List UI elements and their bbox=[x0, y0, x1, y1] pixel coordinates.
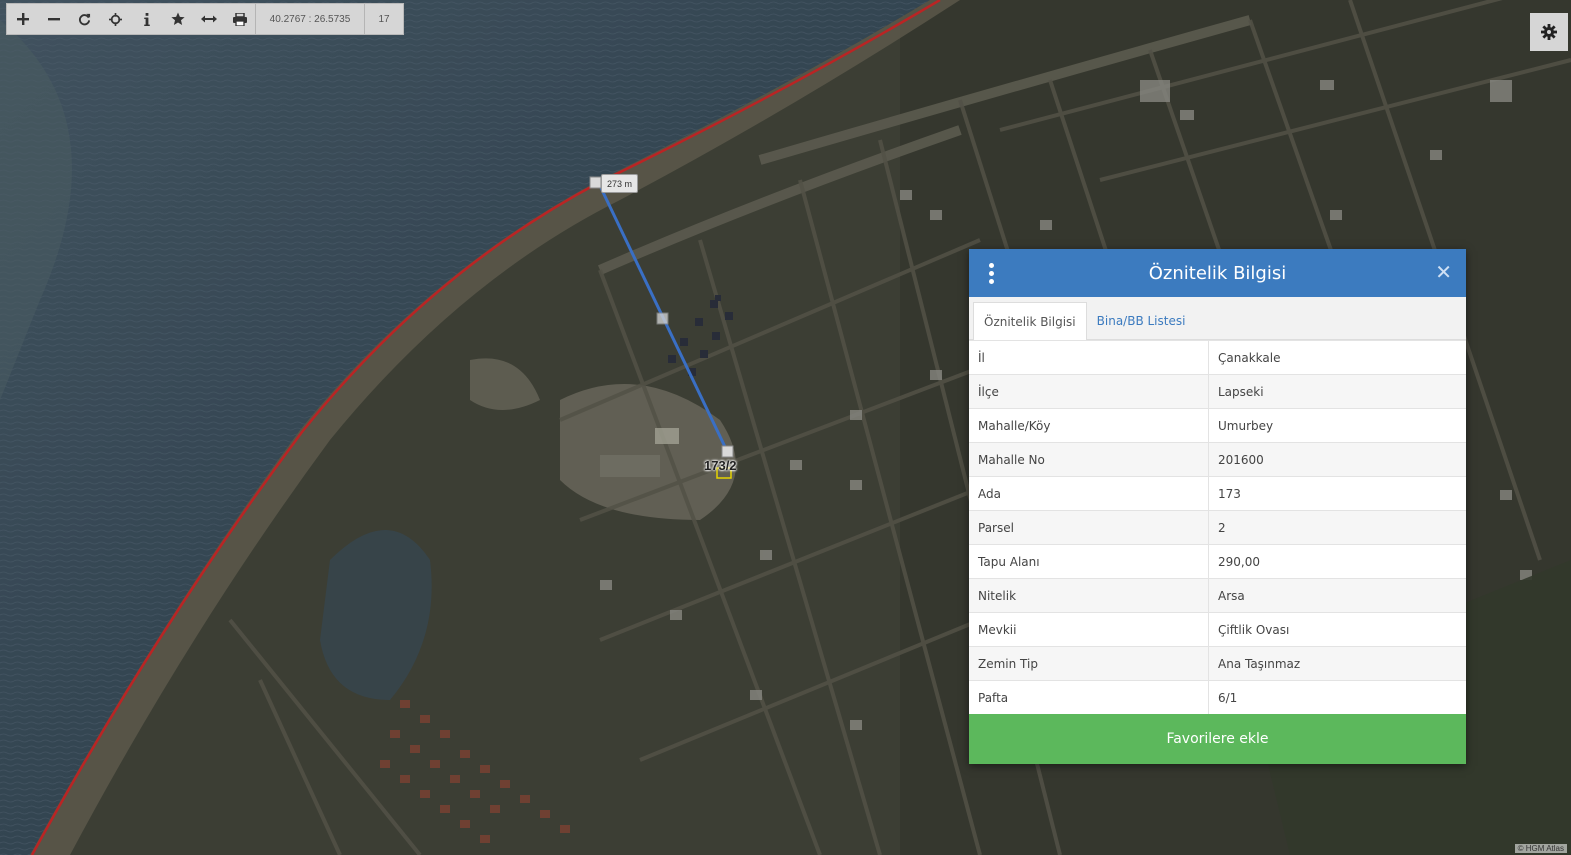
attribute-key: Parsel bbox=[969, 510, 1209, 545]
settings-button[interactable] bbox=[1530, 13, 1568, 51]
map-attribution: © HGM Atlas bbox=[1514, 844, 1567, 853]
panel-title: Öznitelik Bilgisi bbox=[1148, 262, 1287, 284]
attribute-key: Mahalle No bbox=[969, 442, 1209, 477]
attribute-key: Mevkii bbox=[969, 612, 1209, 647]
locate-button[interactable] bbox=[100, 4, 131, 34]
attribute-value: 6/1 bbox=[1208, 680, 1466, 714]
add-to-favorites-button[interactable]: Favorilere ekle bbox=[969, 714, 1466, 764]
table-row: Mahalle No 201600 bbox=[969, 442, 1466, 477]
attribute-value: 173 bbox=[1208, 476, 1466, 511]
tab-building-list[interactable]: Bina/BB Listesi bbox=[1087, 303, 1196, 339]
minus-icon bbox=[47, 18, 60, 21]
zoom-out-button[interactable] bbox=[38, 4, 69, 34]
attribute-value: Umurbey bbox=[1208, 408, 1466, 443]
attribute-key: Mahalle/Köy bbox=[969, 408, 1209, 443]
kebab-menu-icon[interactable] bbox=[987, 263, 997, 285]
zoom-in-button[interactable] bbox=[7, 4, 38, 34]
attribute-key: İlçe bbox=[969, 374, 1209, 409]
table-row: Pafta 6/1 bbox=[969, 680, 1466, 714]
attribute-value: Arsa bbox=[1208, 578, 1466, 613]
print-icon bbox=[232, 12, 247, 26]
table-row: Ada 173 bbox=[969, 476, 1466, 511]
measure-button[interactable] bbox=[193, 4, 224, 34]
table-row: Mahalle/Köy Umurbey bbox=[969, 408, 1466, 443]
panel-tabs: Öznitelik Bilgisi Bina/BB Listesi bbox=[969, 297, 1466, 340]
attribute-value: Lapseki bbox=[1208, 374, 1466, 409]
coordinate-readout: 40.2767 : 26.5735 bbox=[255, 4, 364, 34]
attribute-info-panel: Öznitelik Bilgisi ✕ Öznitelik Bilgisi Bi… bbox=[969, 249, 1466, 764]
attribute-value: Ana Taşınmaz bbox=[1208, 646, 1466, 681]
table-row: Parsel 2 bbox=[969, 510, 1466, 545]
info-icon bbox=[143, 12, 150, 26]
info-button[interactable] bbox=[131, 4, 162, 34]
attribute-table: İl Çanakkale İlçe Lapseki Mahalle/Köy Umurb… bbox=[969, 340, 1466, 714]
attribute-key: Ada bbox=[969, 476, 1209, 511]
attribute-key: Pafta bbox=[969, 680, 1209, 714]
favorites-button[interactable] bbox=[162, 4, 193, 34]
attribute-value: 2 bbox=[1208, 510, 1466, 545]
attribute-key: İl bbox=[969, 340, 1209, 375]
star-icon bbox=[170, 12, 185, 25]
attribute-value: Çiftlik Ovası bbox=[1208, 612, 1466, 647]
table-row: Mevkii Çiftlik Ovası bbox=[969, 612, 1466, 647]
table-row: Tapu Alanı 290,00 bbox=[969, 544, 1466, 579]
table-row: Zemin Tip Ana Taşınmaz bbox=[969, 646, 1466, 681]
tab-attribute-info[interactable]: Öznitelik Bilgisi bbox=[973, 302, 1087, 340]
zoom-level-readout: 17 bbox=[364, 4, 403, 34]
measure-distance-label: 273 m bbox=[601, 174, 639, 193]
refresh-icon bbox=[78, 13, 91, 25]
plus-icon bbox=[16, 13, 29, 25]
map-toolbar: 40.2767 : 26.5735 17 bbox=[6, 3, 404, 35]
attribute-value: 201600 bbox=[1208, 442, 1466, 477]
table-row: İl Çanakkale bbox=[969, 340, 1466, 375]
attribute-key: Nitelik bbox=[969, 578, 1209, 613]
gear-icon bbox=[1541, 24, 1557, 40]
attribute-key: Tapu Alanı bbox=[969, 544, 1209, 579]
close-icon[interactable]: ✕ bbox=[1435, 261, 1452, 283]
attribute-key: Zemin Tip bbox=[969, 646, 1209, 681]
attribute-value: 290,00 bbox=[1208, 544, 1466, 579]
table-row: Nitelik Arsa bbox=[969, 578, 1466, 613]
panel-header: Öznitelik Bilgisi ✕ bbox=[969, 249, 1466, 297]
print-button[interactable] bbox=[224, 4, 255, 34]
measure-arrows-icon bbox=[200, 15, 217, 23]
refresh-button[interactable] bbox=[69, 4, 100, 34]
table-row: İlçe Lapseki bbox=[969, 374, 1466, 409]
crosshair-icon bbox=[109, 12, 122, 26]
attribute-value: Çanakkale bbox=[1208, 340, 1466, 375]
parcel-label[interactable]: 173/2 bbox=[704, 458, 737, 473]
